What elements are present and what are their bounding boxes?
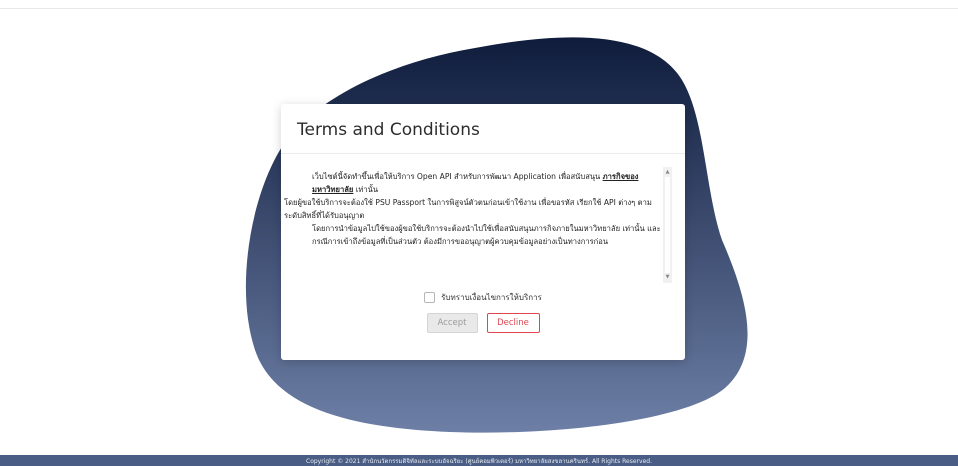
- consent-checkbox[interactable]: [424, 291, 436, 303]
- title-divider: [281, 153, 685, 154]
- terms-text: เว็บไซต์นี้จัดทำขึ้นเพื่อให้บริการ Open …: [284, 170, 662, 248]
- consent-label[interactable]: รับทราบเงื่อนไขการให้บริการ: [441, 291, 542, 304]
- scroll-up-icon[interactable]: ▲: [663, 168, 672, 177]
- footer: Copyright © 2021 สำนักนวัตกรรมดิจิทัลและ…: [0, 455, 958, 466]
- terms-dialog: Terms and Conditions เว็บไซต์นี้จัดทำขึ้…: [281, 104, 685, 360]
- terms-paragraph-1: เว็บไซต์นี้จัดทำขึ้นเพื่อให้บริการ Open …: [284, 170, 662, 196]
- terms-p1-text: เว็บไซต์นี้จัดทำขึ้นเพื่อให้บริการ Open …: [312, 172, 603, 181]
- scroll-down-icon[interactable]: ▼: [663, 273, 672, 282]
- scroll-thumb[interactable]: [665, 177, 670, 273]
- consent-row: รับทราบเงื่อนไขการให้บริการ: [281, 290, 685, 304]
- terms-paragraph-2: โดยผู้ขอใช้บริการจะต้องใช้ PSU Passport …: [284, 198, 652, 220]
- copyright-text: Copyright © 2021 สำนักนวัตกรรมดิจิทัลและ…: [306, 457, 652, 465]
- accept-button[interactable]: Accept: [426, 313, 478, 333]
- terms-paragraph-3: โดยการนำข้อมูลไปใช้ของผู้ขอใช้บริการจะต้…: [312, 224, 661, 246]
- decline-button[interactable]: Decline: [486, 313, 540, 333]
- dialog-title: Terms and Conditions: [297, 120, 480, 140]
- terms-p1-suffix: เท่านั้น: [353, 185, 379, 194]
- terms-scroll-area[interactable]: เว็บไซต์นี้จัดทำขึ้นเพื่อให้บริการ Open …: [284, 167, 672, 283]
- dialog-actions: Accept Decline: [281, 313, 685, 333]
- terms-scrollbar[interactable]: ▲ ▼: [663, 167, 672, 283]
